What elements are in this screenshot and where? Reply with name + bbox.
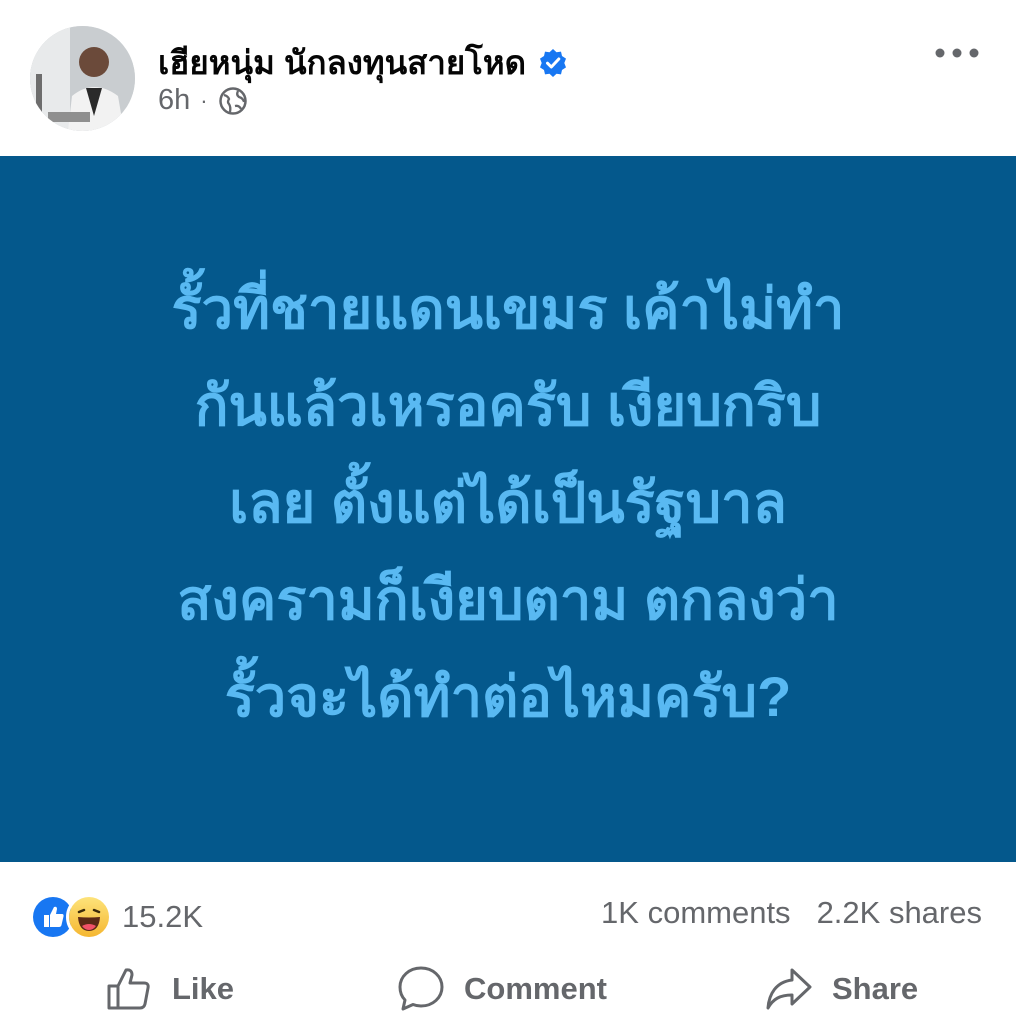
- haha-reaction-icon: [66, 894, 112, 940]
- post-time[interactable]: 6h: [158, 84, 190, 117]
- comment-label: Comment: [464, 971, 607, 1006]
- thumbs-up-icon: [107, 968, 150, 1010]
- share-label: Share: [832, 971, 919, 1006]
- post-text-line: สงครามก็เงียบตาม ตกลงว่า: [177, 567, 839, 631]
- share-arrow-icon: [766, 968, 812, 1010]
- post-text-line: กันแล้วเหรอครับ เงียบกริบ: [194, 373, 822, 437]
- post-meta: 6h ·: [158, 84, 248, 117]
- post-actions: Like Comment Share: [0, 950, 1016, 1024]
- reactions-count: 15.2K: [122, 899, 204, 934]
- meta-separator: ·: [200, 87, 208, 113]
- like-button[interactable]: Like: [104, 964, 234, 1014]
- verified-badge-icon: [538, 48, 568, 78]
- author-name[interactable]: เฮียหนุ่ม นักลงทุนสายโหด: [158, 36, 526, 89]
- post-header: เฮียหนุ่ม นักลงทุนสายโหด 6h ·: [0, 0, 1016, 156]
- share-button[interactable]: Share: [764, 964, 918, 1014]
- engagement-stats: 15.2K 1K comments 2.2K shares: [0, 878, 1016, 950]
- speech-bubble-icon: [398, 966, 444, 1011]
- comments-count[interactable]: 1K comments: [601, 895, 791, 931]
- post-text-line: เลย ตั้งแต่ได้เป็นรัฐบาล: [229, 470, 787, 534]
- post-text-line: รั้วจะได้ทำต่อไหมครับ?: [224, 664, 792, 728]
- avatar[interactable]: [30, 26, 135, 131]
- author-name-row: เฮียหนุ่ม นักลงทุนสายโหด: [158, 36, 568, 89]
- more-options-icon[interactable]: [934, 38, 980, 68]
- globe-icon: [218, 86, 248, 116]
- like-label: Like: [172, 971, 235, 1006]
- post-text-line: รั้วที่ชายแดนเขมร เค้าไม่ทำ: [171, 276, 845, 340]
- post-content-background: รั้วที่ชายแดนเขมร เค้าไม่ทำ กันแล้วเหรอค…: [0, 156, 1016, 862]
- comment-button[interactable]: Comment: [396, 964, 607, 1014]
- post-text: รั้วที่ชายแดนเขมร เค้าไม่ทำ กันแล้วเหรอค…: [58, 260, 958, 745]
- comments-shares: 1K comments 2.2K shares: [601, 895, 982, 931]
- shares-count[interactable]: 2.2K shares: [817, 895, 982, 931]
- reactions-summary[interactable]: 15.2K: [30, 894, 203, 940]
